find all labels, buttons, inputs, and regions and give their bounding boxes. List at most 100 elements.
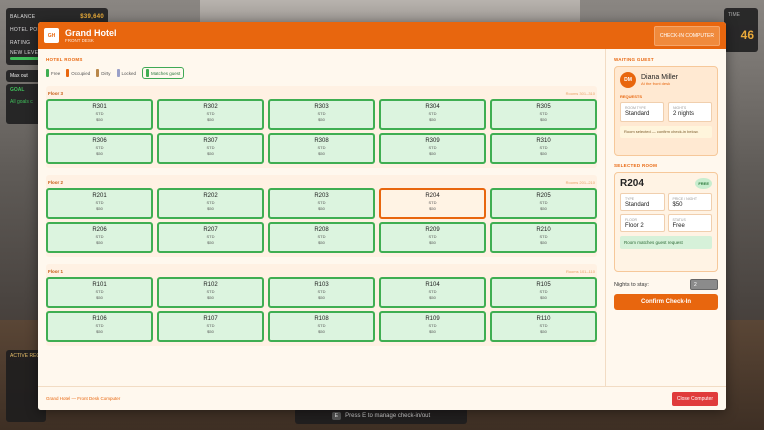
room-tile-r203[interactable]: R203 STD $50 (268, 188, 375, 219)
timer-label: TIME (728, 12, 740, 18)
room-number: R303 (314, 104, 329, 110)
room-price: $50 (207, 239, 214, 245)
selected-room-price: PRICE / NIGHT $50 (667, 193, 712, 211)
room-price: $50 (429, 239, 436, 245)
room-tile-r303[interactable]: R303 STD $50 (268, 99, 375, 130)
selected-room-status-label: STATUS (672, 218, 686, 222)
guest-location: At the front desk (641, 81, 671, 86)
room-number: R106 (92, 316, 107, 322)
request-room-type-value: Standard (625, 111, 650, 117)
room-tile-r304[interactable]: R304 STD $50 (379, 99, 486, 130)
room-tile-r108[interactable]: R108 STD $50 (268, 311, 375, 342)
room-tile-r207[interactable]: R207 STD $50 (157, 222, 264, 253)
guest-header: DM Diana Miller At the front desk (620, 72, 712, 88)
room-tile-r109[interactable]: R109 STD $50 (379, 311, 486, 342)
room-tile-r210[interactable]: R210 STD $50 (490, 222, 597, 253)
room-tile-r106[interactable]: R106 STD $50 (46, 311, 153, 342)
close-computer-button[interactable]: Close Computer (671, 391, 718, 406)
room-number: R307 (203, 138, 218, 144)
room-number: R209 (425, 227, 440, 233)
room-tile-r102[interactable]: R102 STD $50 (157, 277, 264, 308)
room-price: $50 (318, 239, 325, 245)
room-tile-r302[interactable]: R302 STD $50 (157, 99, 264, 130)
room-tile-r105[interactable]: R105 STD $50 (490, 277, 597, 308)
room-status-legend: Free Occupied Dirty Locked Matches guest (46, 67, 597, 79)
room-tile-r305[interactable]: R305 STD $50 (490, 99, 597, 130)
floor-section: Floor 1 Rooms 101–110 R101 STD $50 R102 STD $50… (46, 264, 597, 346)
room-tile-r206[interactable]: R206 STD $50 (46, 222, 153, 253)
front-desk-computer-window: GH Grand Hotel FRONT DESK CHECK-IN COMPU… (38, 22, 726, 410)
room-number: R107 (203, 316, 218, 322)
selected-room-header: R204 FREE (620, 178, 712, 189)
room-price: $50 (207, 205, 214, 211)
waiting-guest-label: WAITING GUEST (614, 57, 654, 62)
room-tile-r308[interactable]: R308 STD $50 (268, 133, 375, 164)
room-tile-r101[interactable]: R101 STD $50 (46, 277, 153, 308)
selected-room-floor-label: FLOOR (625, 218, 638, 222)
room-tile-r205[interactable]: R205 STD $50 (490, 188, 597, 219)
room-number: R105 (536, 282, 551, 288)
room-price: $50 (207, 116, 214, 122)
room-grid: R301 STD $50 R302 STD $50 R303 STD $50 R304 STD $50… (46, 99, 597, 164)
room-grid: R201 STD $50 R202 STD $50 R203 STD $50 R204 STD $50… (46, 188, 597, 253)
floor-room-range: Rooms 301–310 (565, 90, 595, 96)
room-number: R110 (536, 316, 551, 322)
room-tile-r209[interactable]: R209 STD $50 (379, 222, 486, 253)
room-tile-r310[interactable]: R310 STD $50 (490, 133, 597, 164)
room-number: R104 (425, 282, 440, 288)
room-number: R205 (536, 193, 551, 199)
floor-room-range: Rooms 101–110 (565, 268, 595, 274)
floor-header: Floor 3 Rooms 301–310 (46, 89, 597, 97)
hud-hotel-label: HOTEL POP (10, 26, 42, 33)
room-price: $50 (540, 239, 547, 245)
room-match-note: Room matches guest request (620, 236, 712, 249)
room-tile-r201[interactable]: R201 STD $50 (46, 188, 153, 219)
legend-label: Occupied (71, 70, 91, 76)
room-price: $50 (96, 205, 103, 211)
room-tile-r208[interactable]: R208 STD $50 (268, 222, 375, 253)
rooms-panel: HOTEL ROOMS Free Occupied Dirty Locked Match… (38, 49, 606, 386)
prompt-key: E (331, 412, 342, 420)
room-number: R203 (314, 193, 329, 199)
room-tile-r301[interactable]: R301 STD $50 (46, 99, 153, 130)
selected-room-status: STATUS Free (667, 214, 712, 232)
room-number: R101 (92, 282, 107, 288)
room-tile-r204[interactable]: R204 STD $50 (379, 188, 486, 219)
room-price: $50 (429, 205, 436, 211)
confirm-checkin-button[interactable]: Confirm Check-In (614, 294, 718, 310)
hud-balance-value: $39,640 (80, 13, 104, 20)
room-grid: R101 STD $50 R102 STD $50 R103 STD $50 R104 STD $50… (46, 277, 597, 342)
room-price: $50 (429, 150, 436, 156)
room-price: $50 (318, 150, 325, 156)
room-tile-r309[interactable]: R309 STD $50 (379, 133, 486, 164)
room-number: R207 (203, 227, 218, 233)
nights-input[interactable]: 2 (690, 279, 718, 290)
room-tile-r307[interactable]: R307 STD $50 (157, 133, 264, 164)
room-number: R304 (425, 104, 440, 110)
guest-avatar: DM (620, 72, 636, 88)
room-tile-r107[interactable]: R107 STD $50 (157, 311, 264, 342)
selected-room-type: TYPE Standard (620, 193, 665, 211)
room-price: $50 (207, 328, 214, 334)
legend-item: Locked (116, 69, 136, 77)
legend-item: Occupied (66, 69, 90, 77)
hud-rating-label: RATING (10, 39, 31, 46)
room-tile-r202[interactable]: R202 STD $50 (157, 188, 264, 219)
checkin-computer-button[interactable]: CHECK-IN COMPUTER (653, 25, 720, 46)
selected-room-floor: FLOOR Floor 2 (620, 214, 665, 232)
request-nights-value: 2 nights (673, 111, 695, 117)
room-tile-r110[interactable]: R110 STD $50 (490, 311, 597, 342)
room-tile-r306[interactable]: R306 STD $50 (46, 133, 153, 164)
room-number: R201 (92, 193, 107, 199)
room-tile-r103[interactable]: R103 STD $50 (268, 277, 375, 308)
guest-card: DM Diana Miller At the front desk REQUES… (614, 66, 718, 156)
window-titlebar: GH Grand Hotel FRONT DESK CHECK-IN COMPU… (38, 22, 726, 49)
room-tile-r104[interactable]: R104 STD $50 (379, 277, 486, 308)
room-price: $50 (540, 294, 547, 300)
room-price: $50 (96, 328, 103, 334)
request-room-type-label: ROOM TYPE (625, 106, 646, 110)
room-price: $50 (96, 150, 103, 156)
legend-swatch (116, 69, 120, 77)
legend-item: Matches guest (142, 67, 185, 79)
room-price: $50 (540, 150, 547, 156)
